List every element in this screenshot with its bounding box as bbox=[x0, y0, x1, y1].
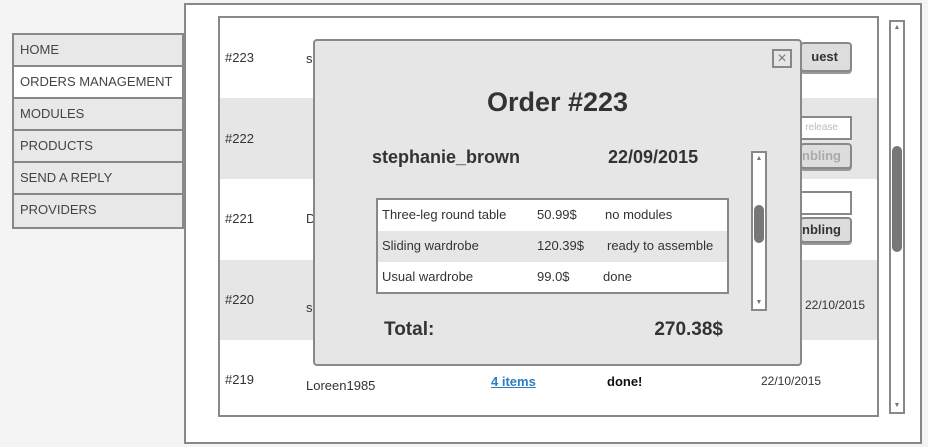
menu-item-send-a-reply[interactable]: SEND A REPLY bbox=[14, 163, 182, 195]
release-input[interactable] bbox=[800, 191, 852, 215]
close-icon[interactable]: × bbox=[772, 49, 792, 68]
modal-title: Order #223 bbox=[486, 87, 629, 117]
release-input[interactable]: release bbox=[800, 116, 852, 140]
item-name: Sliding wardrobe bbox=[382, 238, 479, 253]
scroll-down-icon[interactable]: ▼ bbox=[891, 400, 903, 412]
modal-username: stephanie_brown bbox=[372, 147, 521, 167]
order-items-link[interactable]: 4 items bbox=[491, 374, 536, 389]
page-scrollbar[interactable]: ▲ ▼ bbox=[889, 20, 905, 414]
scrollbar-thumb[interactable] bbox=[754, 205, 764, 243]
item-row: Sliding wardrobe 120.39$ ready to assemble bbox=[378, 231, 727, 262]
order-date: 22/10/2015 bbox=[805, 298, 866, 312]
order-detail-modal: × Order #223 stephanie_brown 22/09/2015 … bbox=[313, 39, 802, 366]
order-id: #221 bbox=[225, 211, 254, 226]
total-value: 270.38$ bbox=[654, 319, 723, 340]
item-status: ready to assemble bbox=[607, 238, 714, 253]
item-price: 120.39$ bbox=[537, 238, 584, 253]
item-row: Usual wardrobe 99.0$ done bbox=[378, 262, 727, 293]
order-id: #219 bbox=[225, 372, 254, 387]
order-user: Loreen1985 bbox=[306, 378, 376, 393]
items-scrollbar[interactable]: ▲ ▼ bbox=[751, 151, 767, 311]
total-label: Total: bbox=[384, 319, 435, 340]
scrollbar-thumb[interactable] bbox=[892, 146, 902, 252]
item-price: 50.99$ bbox=[537, 207, 577, 222]
item-price: 99.0$ bbox=[537, 269, 570, 284]
order-date: 22/10/2015 bbox=[761, 374, 822, 388]
order-user: s bbox=[306, 51, 313, 66]
order-id: #222 bbox=[225, 131, 254, 146]
order-id: #223 bbox=[225, 50, 254, 65]
order-status: done! bbox=[607, 374, 643, 389]
menu-item-orders-management[interactable]: ORDERS MANAGEMENT bbox=[14, 67, 182, 99]
assembling-button[interactable]: nbling bbox=[800, 217, 852, 243]
menu-item-modules[interactable]: MODULES bbox=[14, 99, 182, 131]
order-items-table: Three-leg round table 50.99$ no modules Sl… bbox=[376, 198, 729, 294]
item-status: done bbox=[603, 269, 632, 284]
sidebar-menu: HOME ORDERS MANAGEMENT MODULES PRODUCTS … bbox=[12, 33, 184, 229]
item-status: no modules bbox=[605, 207, 673, 222]
modal-date: 22/09/2015 bbox=[608, 147, 699, 167]
item-name: Usual wardrobe bbox=[382, 269, 474, 284]
order-user: s bbox=[306, 300, 313, 315]
scroll-up-icon[interactable]: ▲ bbox=[753, 153, 765, 165]
item-name: Three-leg round table bbox=[382, 207, 507, 222]
request-button[interactable]: uest bbox=[800, 42, 852, 72]
scroll-up-icon[interactable]: ▲ bbox=[891, 22, 903, 34]
item-row: Three-leg round table 50.99$ no modules bbox=[378, 200, 727, 231]
menu-item-products[interactable]: PRODUCTS bbox=[14, 131, 182, 163]
assembling-button[interactable]: nbling bbox=[800, 143, 852, 169]
scroll-down-icon[interactable]: ▼ bbox=[753, 297, 765, 309]
order-id: #220 bbox=[225, 292, 254, 307]
menu-item-home[interactable]: HOME bbox=[14, 35, 182, 67]
menu-item-providers[interactable]: PROVIDERS bbox=[14, 195, 182, 227]
